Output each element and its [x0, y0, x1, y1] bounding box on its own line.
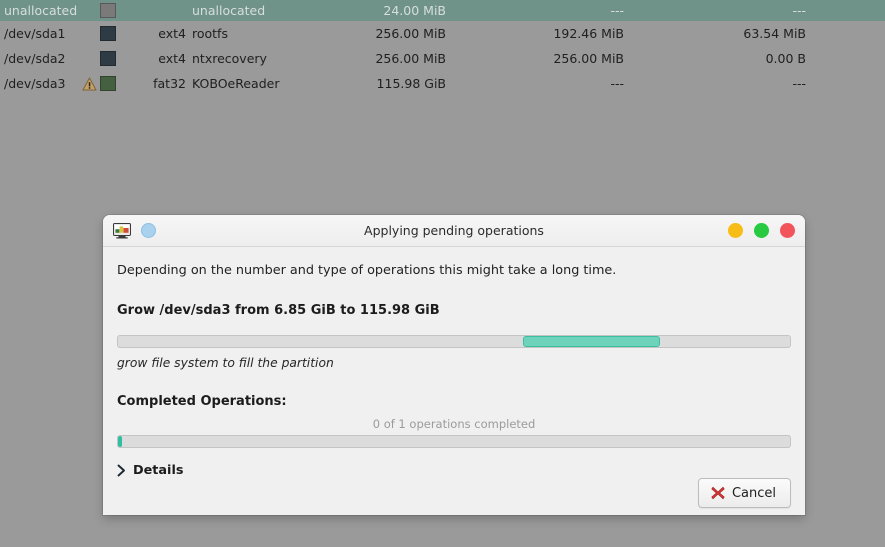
cancel-button[interactable]: Cancel — [697, 478, 791, 508]
partition-table: unallocated unallocated 24.00 MiB --- --… — [0, 0, 885, 96]
maximize-button[interactable] — [754, 223, 769, 238]
partition-label: rootfs — [192, 26, 228, 41]
completed-operations-count: 0 of 1 operations completed — [372, 417, 536, 431]
minimize-button[interactable] — [728, 223, 743, 238]
partition-filesystem: ext4 — [158, 51, 186, 66]
partition-path: /dev/sda2 — [4, 51, 66, 66]
cancel-button-label: Cancel — [731, 485, 776, 501]
partition-size: 24.00 MiB — [383, 3, 446, 18]
chevron-right-icon — [117, 464, 126, 477]
partition-used: --- — [610, 76, 624, 91]
gparted-app-icon — [113, 222, 131, 239]
partition-path: unallocated — [4, 3, 78, 18]
partition-unused: --- — [792, 76, 806, 91]
partition-path: /dev/sda1 — [4, 26, 66, 41]
warning-triangle-icon — [78, 77, 100, 91]
completed-progress-chunk — [118, 436, 123, 447]
table-row[interactable]: unallocated unallocated 24.00 MiB --- --… — [0, 0, 885, 21]
close-button[interactable] — [780, 223, 795, 238]
partition-color-swatch — [100, 3, 130, 18]
completed-operations-heading: Completed Operations: — [117, 394, 287, 409]
table-row[interactable]: /dev/sda1 ext4 rootfs 256.00 MiB 192.46 … — [0, 21, 885, 46]
partition-path: /dev/sda3 — [4, 76, 66, 91]
operation-progress-chunk — [523, 336, 660, 347]
partition-unused: --- — [792, 3, 806, 18]
current-operation-subtext: grow file system to fill the partition — [117, 356, 334, 370]
partition-size: 256.00 MiB — [375, 51, 446, 66]
partition-used: 192.46 MiB — [553, 26, 624, 41]
current-operation-heading: Grow /dev/sda3 from 6.85 GiB to 115.98 G… — [117, 303, 440, 318]
partition-label: KOBOeReader — [192, 76, 280, 91]
partition-used: 256.00 MiB — [553, 51, 624, 66]
partition-color-swatch — [100, 76, 130, 91]
cancel-x-icon — [710, 485, 726, 501]
table-row[interactable]: /dev/sda2 ext4 ntxrecovery 256.00 MiB 25… — [0, 46, 885, 71]
partition-unused: 0.00 B — [765, 51, 806, 66]
partition-used: --- — [610, 3, 624, 18]
dialog-footer: Cancel — [103, 478, 805, 526]
partition-label: unallocated — [192, 3, 266, 18]
dialog-titlebar[interactable]: Applying pending operations — [103, 215, 805, 247]
operation-progress-bar — [117, 335, 791, 348]
partition-size: 115.98 GiB — [376, 76, 446, 91]
intro-text: Depending on the number and type of oper… — [117, 263, 617, 278]
table-row[interactable]: /dev/sda3 fat32 KOBOeReader 115.98 GiB -… — [0, 71, 885, 96]
completed-progress-bar — [117, 435, 791, 448]
details-expander[interactable]: Details — [117, 463, 183, 478]
partition-filesystem: fat32 — [153, 76, 186, 91]
partition-label: ntxrecovery — [192, 51, 267, 66]
partition-unused: 63.54 MiB — [743, 26, 806, 41]
partition-size: 256.00 MiB — [375, 26, 446, 41]
partition-color-swatch — [100, 26, 130, 41]
status-indicator-dot — [141, 223, 156, 238]
partition-filesystem: ext4 — [158, 26, 186, 41]
details-label: Details — [133, 463, 184, 478]
dialog-title: Applying pending operations — [364, 223, 544, 238]
applying-operations-dialog: Applying pending operations Depending on… — [103, 215, 805, 515]
dialog-body: Depending on the number and type of oper… — [103, 247, 805, 478]
partition-color-swatch — [100, 51, 130, 66]
